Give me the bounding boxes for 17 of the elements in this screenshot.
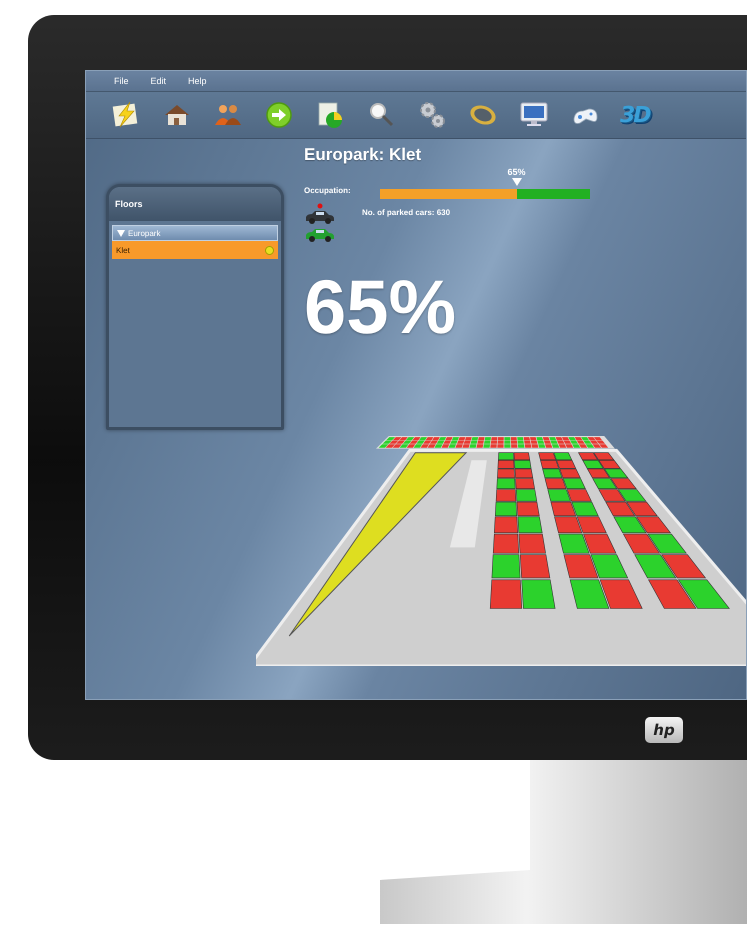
free-car-icon — [304, 227, 336, 242]
parked-cars-count: No. of parked cars: 630 — [362, 208, 452, 217]
facility-title: Europark: Klet — [304, 145, 422, 165]
item-label: Klet — [116, 246, 130, 254]
tree-item[interactable]: Klet — [112, 241, 278, 259]
occupation-percent: 65% — [304, 264, 458, 351]
occupation-label: Occupation: — [304, 186, 352, 195]
tree-group[interactable]: Europark — [112, 225, 278, 241]
panel-title: Floors — [115, 199, 143, 209]
occupied-car-icon — [304, 203, 336, 224]
menu-item[interactable]: File — [114, 76, 129, 86]
group-label: Europark — [128, 228, 160, 238]
menu-item[interactable]: Edit — [150, 76, 166, 86]
menu-item[interactable]: Help — [188, 76, 207, 86]
occupation-reading: 65% — [508, 167, 526, 177]
monitor-logo: hp — [645, 717, 683, 743]
target-icon — [265, 246, 274, 254]
